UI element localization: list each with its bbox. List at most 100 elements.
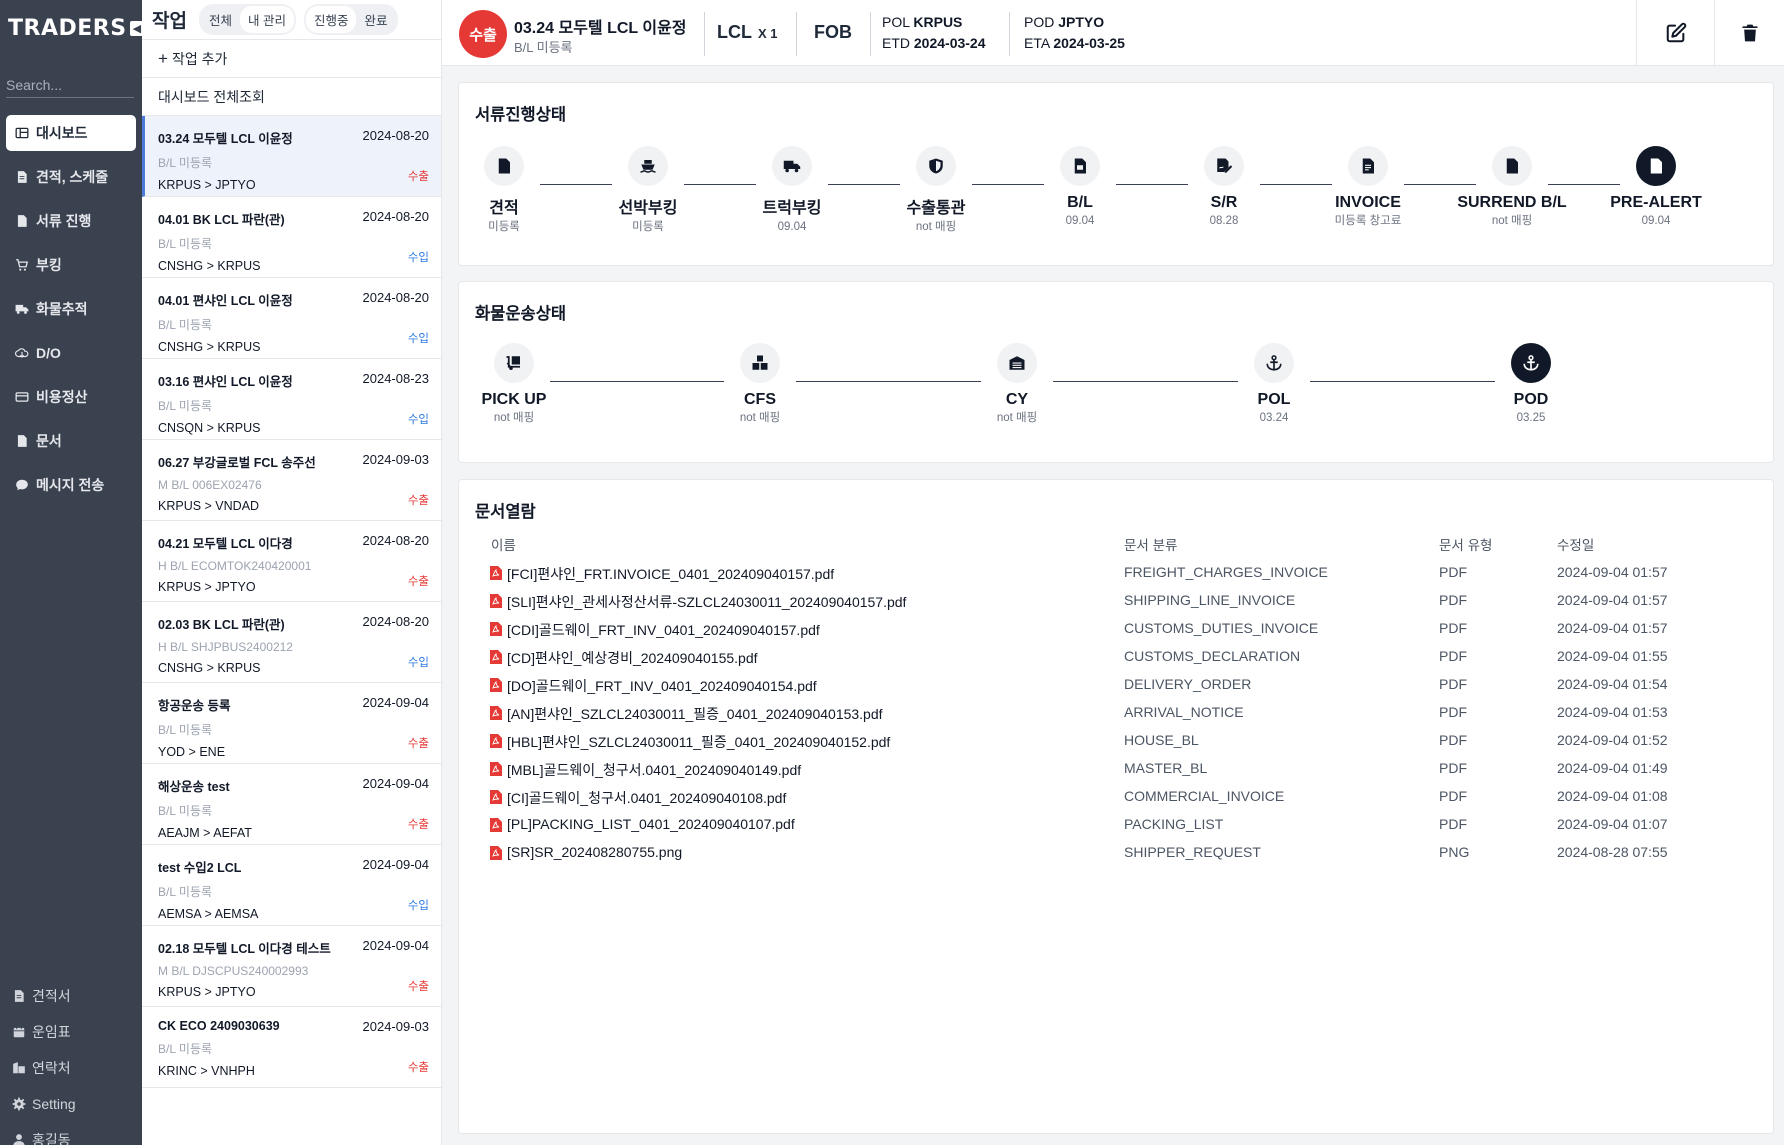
- status-step[interactable]: 견적 미등록: [444, 146, 564, 234]
- pdf-file-icon: [490, 566, 502, 580]
- sidebar-item-0[interactable]: 대시보드: [6, 115, 136, 151]
- status-step[interactable]: B/L 09.04: [1020, 146, 1140, 228]
- file-icon: [14, 213, 30, 229]
- document-name[interactable]: [SR]SR_202408280755.png: [507, 844, 682, 860]
- document-row[interactable]: [MBL]골드웨이_청구서.0401_202409040149.pdf MAST…: [459, 756, 1775, 784]
- status-step[interactable]: 수출통관 not 매핑: [876, 146, 996, 234]
- document-name[interactable]: [CDI]골드웨이_FRT_INV_0401_202409040157.pdf: [507, 620, 820, 640]
- document-row[interactable]: [AN]편샤인_SZLCL24030011_필증_0401_2024090401…: [459, 700, 1775, 728]
- status-step[interactable]: CY not 매핑: [957, 343, 1077, 425]
- job-list-item[interactable]: 해상운송 test 2024-09-04 B/L 미등록 AEAJM > AEF…: [142, 764, 441, 845]
- document-row[interactable]: [CD]편샤인_예상경비_202409040155.pdf CUSTOMS_DE…: [459, 644, 1775, 672]
- edit-button[interactable]: [1636, 0, 1714, 66]
- document-row[interactable]: [CDI]골드웨이_FRT_INV_0401_202409040157.pdf …: [459, 616, 1775, 644]
- status-step[interactable]: POL 03.24: [1214, 343, 1334, 425]
- mode-qty: X 1: [758, 26, 778, 41]
- job-list-item[interactable]: 02.18 모두텔 LCL 이다경 테스트 2024-09-04 M B/L D…: [142, 926, 441, 1007]
- filter-mine[interactable]: 내 관리: [239, 6, 294, 33]
- job-list-item[interactable]: 04.01 BK LCL 파란(관) 2024-08-20 B/L 미등록 CN…: [142, 197, 441, 278]
- app-logo[interactable]: TRADERS ◀: [8, 16, 145, 41]
- pdf-file-icon: [490, 650, 502, 664]
- document-name[interactable]: [AN]편샤인_SZLCL24030011_필증_0401_2024090401…: [507, 704, 883, 724]
- document-row[interactable]: [DO]골드웨이_FRT_INV_0401_202409040154.pdf D…: [459, 672, 1775, 700]
- sidebar-item-5[interactable]: D/O: [6, 335, 136, 371]
- sidebar-bottom-item-1[interactable]: 운임표: [12, 1014, 137, 1050]
- incoterm: FOB: [814, 22, 852, 42]
- document-row[interactable]: [FCI]편샤인_FRT.INVOICE_0401_202409040157.p…: [459, 560, 1775, 588]
- filter-in-progress[interactable]: 진행중: [305, 6, 357, 33]
- job-list-item[interactable]: 02.03 BK LCL 파란(관) 2024-08-20 H B/L SHJP…: [142, 602, 441, 683]
- job-list-item[interactable]: 04.21 모두텔 LCL 이다경 2024-08-20 H B/L ECOMT…: [142, 521, 441, 602]
- card-icon: [14, 389, 30, 405]
- sidebar-bottom-item-0[interactable]: 견적서: [12, 978, 137, 1014]
- document-row[interactable]: [SR]SR_202408280755.png SHIPPER_REQUEST …: [459, 840, 1775, 868]
- filter-done[interactable]: 완료: [356, 6, 395, 33]
- step-label: PRE-ALERT: [1610, 194, 1702, 211]
- status-step[interactable]: PRE-ALERT 09.04: [1596, 146, 1716, 228]
- document-type: PDF: [1439, 564, 1467, 580]
- document-type: PDF: [1439, 816, 1467, 832]
- document-name[interactable]: [DO]골드웨이_FRT_INV_0401_202409040154.pdf: [507, 676, 817, 696]
- filter-all[interactable]: 전체: [201, 6, 240, 33]
- job-list-item[interactable]: 03.16 편샤인 LCL 이윤정 2024-08-23 B/L 미등록 CNS…: [142, 359, 441, 440]
- sidebar-item-6[interactable]: 비용정산: [6, 379, 136, 415]
- job-list-item[interactable]: CK ECO 2409030639 2024-09-03 B/L 미등록 KRI…: [142, 1007, 441, 1088]
- anchor-icon: [1522, 354, 1540, 372]
- sidebar-item-3[interactable]: 부킹: [6, 247, 136, 283]
- document-name[interactable]: [MBL]골드웨이_청구서.0401_202409040149.pdf: [507, 760, 801, 780]
- document-status-title: 서류진행상태: [475, 106, 567, 124]
- status-step[interactable]: 트럭부킹 09.04: [732, 146, 852, 234]
- document-name[interactable]: [PL]PACKING_LIST_0401_202409040107.pdf: [507, 816, 795, 832]
- add-job-button[interactable]: + 작업 추가: [142, 40, 441, 78]
- sidebar-item-2[interactable]: 서류 진행: [6, 203, 136, 239]
- status-step[interactable]: POD 03.25: [1471, 343, 1591, 425]
- step-label: POD: [1513, 391, 1549, 408]
- document-row[interactable]: [PL]PACKING_LIST_0401_202409040107.pdf P…: [459, 812, 1775, 840]
- dashboard-view-all[interactable]: 대시보드 전체조회: [142, 78, 441, 116]
- document-name[interactable]: [CI]골드웨이_청구서.0401_202409040108.pdf: [507, 788, 786, 808]
- document-type: PDF: [1439, 732, 1467, 748]
- job-list-item[interactable]: 04.01 편샤인 LCL 이윤정 2024-08-20 B/L 미등록 CNS…: [142, 278, 441, 359]
- step-circle: [1254, 343, 1294, 383]
- step-circle: [494, 343, 534, 383]
- delete-button[interactable]: [1714, 0, 1784, 66]
- document-row[interactable]: [CI]골드웨이_청구서.0401_202409040108.pdf COMME…: [459, 784, 1775, 812]
- status-step[interactable]: INVOICE 미등록 창고료: [1308, 146, 1428, 228]
- col-type[interactable]: 문서 유형: [1439, 534, 1492, 554]
- sidebar-item-4[interactable]: 화물추적: [6, 291, 136, 327]
- job-list-item[interactable]: 06.27 부강글로벌 FCL 송주선 2024-09-03 M B/L 006…: [142, 440, 441, 521]
- status-step[interactable]: S/R 08.28: [1164, 146, 1284, 228]
- sidebar-bottom-item-4[interactable]: 홍길동: [12, 1122, 137, 1145]
- gear-icon: [12, 1097, 26, 1111]
- status-step[interactable]: SURREND B/L not 매핑: [1452, 146, 1572, 228]
- col-name[interactable]: 이름: [491, 534, 516, 554]
- sidebar-search-input[interactable]: [6, 64, 134, 98]
- document-row[interactable]: [SLI]편샤인_관세사정산서류-SZLCL24030011_202409040…: [459, 588, 1775, 616]
- col-modified[interactable]: 수정일: [1557, 534, 1594, 554]
- job-list-item[interactable]: 03.24 모두텔 LCL 이윤정 2024-08-20 B/L 미등록 KRP…: [142, 116, 441, 197]
- document-category: SHIPPER_REQUEST: [1124, 844, 1261, 860]
- job-type-badge: 수입: [407, 414, 429, 426]
- col-category[interactable]: 문서 분류: [1124, 534, 1177, 554]
- document-name[interactable]: [HBL]편샤인_SZLCL24030011_필증_0401_202409040…: [507, 732, 890, 752]
- status-step[interactable]: PICK UP not 매핑: [454, 343, 574, 425]
- boxes-icon: [751, 354, 769, 372]
- job-list-item[interactable]: 항공운송 등록 2024-09-04 B/L 미등록 YOD > ENE 수출: [142, 683, 441, 764]
- sidebar-item-1[interactable]: 견적, 스케줄: [6, 159, 136, 195]
- job-list-item[interactable]: test 수입2 LCL 2024-09-04 B/L 미등록 AEMSA > …: [142, 845, 441, 926]
- status-step[interactable]: 선박부킹 미등록: [588, 146, 708, 234]
- document-name[interactable]: [CD]편샤인_예상경비_202409040155.pdf: [507, 648, 758, 668]
- document-type: PDF: [1439, 620, 1467, 636]
- sidebar-item-label: 문서: [36, 433, 62, 449]
- status-step[interactable]: CFS not 매핑: [700, 343, 820, 425]
- sidebar-bottom-item-3[interactable]: Setting: [12, 1086, 137, 1122]
- sidebar-bottom-label: 견적서: [32, 988, 71, 1004]
- sidebar-item-7[interactable]: 문서: [6, 423, 136, 459]
- shield-icon: [927, 157, 945, 175]
- document-row[interactable]: [HBL]편샤인_SZLCL24030011_필증_0401_202409040…: [459, 728, 1775, 756]
- document-name[interactable]: [FCI]편샤인_FRT.INVOICE_0401_202409040157.p…: [507, 564, 834, 584]
- step-sub: not 매핑: [996, 412, 1038, 424]
- document-name[interactable]: [SLI]편샤인_관세사정산서류-SZLCL24030011_202409040…: [507, 592, 906, 612]
- sidebar-item-8[interactable]: 메시지 전송: [6, 467, 136, 503]
- sidebar-bottom-item-2[interactable]: 연락처: [12, 1050, 137, 1086]
